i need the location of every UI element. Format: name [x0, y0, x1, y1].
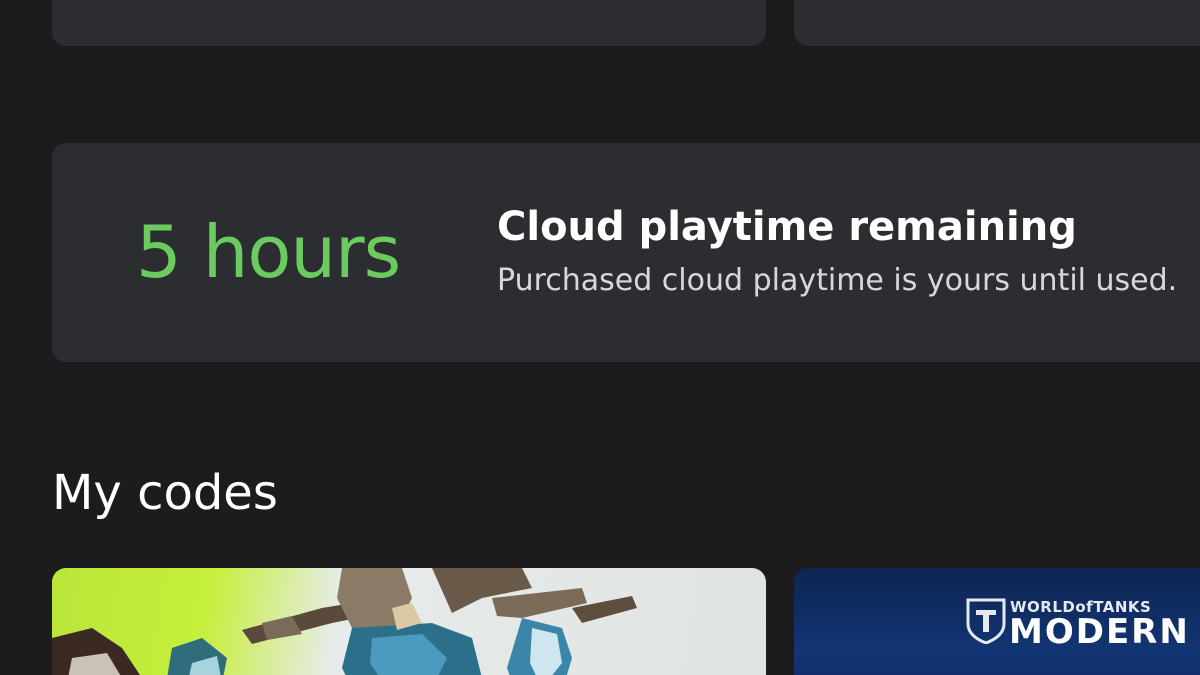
top-card-right[interactable]: [794, 0, 1200, 46]
top-card-left[interactable]: [52, 0, 766, 46]
playtime-amount: 5 hours: [136, 210, 401, 294]
playtime-subtitle: Purchased cloud playtime is yours until …: [497, 263, 1178, 298]
code-tile-game-1[interactable]: [52, 568, 766, 675]
page: 5 hours Cloud playtime remaining Purchas…: [0, 0, 1200, 675]
my-codes-heading: My codes: [52, 465, 278, 521]
brand-big-text: MODERN A: [1009, 612, 1200, 652]
code-tile-world-of-tanks[interactable]: WORLDofTANKS MODERN A: [794, 568, 1200, 675]
game-character-art: [52, 568, 637, 675]
playtime-title: Cloud playtime remaining: [497, 204, 1077, 250]
shield-icon: [966, 598, 1006, 644]
cloud-playtime-card: 5 hours Cloud playtime remaining Purchas…: [52, 143, 1200, 362]
